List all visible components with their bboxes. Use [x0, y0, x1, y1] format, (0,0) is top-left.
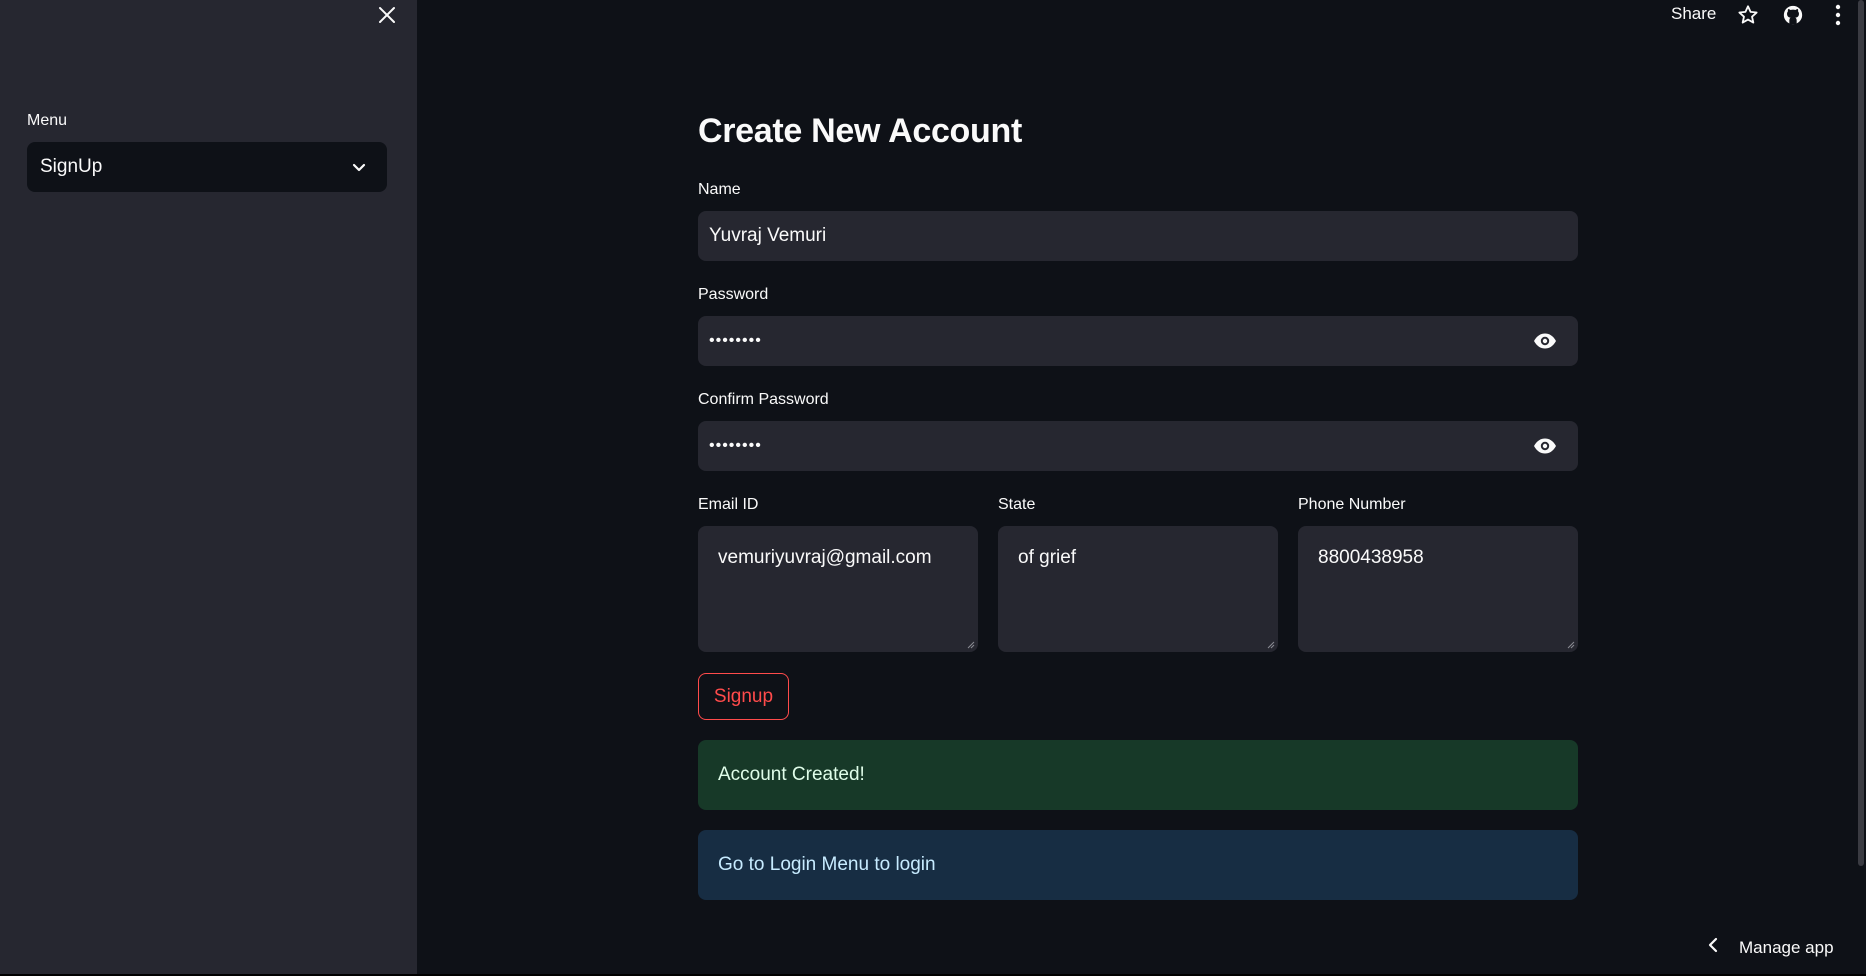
info-alert-text: Go to Login Menu to login: [718, 854, 936, 875]
phone-textarea[interactable]: 8800438958: [1298, 526, 1578, 652]
chevron-down-icon: [349, 157, 369, 177]
success-alert-text: Account Created!: [718, 764, 865, 785]
state-label: State: [998, 496, 1036, 513]
email-textarea[interactable]: vemuriyuvraj@gmail.com: [698, 526, 978, 652]
page-title: Create New Account: [698, 112, 1022, 150]
more-vertical-icon[interactable]: [1825, 2, 1851, 28]
menu-label: Menu: [27, 112, 68, 129]
phone-textarea-value: 8800438958: [1318, 547, 1424, 568]
star-icon[interactable]: [1735, 2, 1761, 28]
state-textarea-value: of grief: [1018, 547, 1077, 568]
info-alert: Go to Login Menu to login: [698, 830, 1578, 900]
manage-app-label: Manage app: [1739, 937, 1834, 957]
password-input-value: ••••••••: [709, 332, 762, 349]
success-alert: Account Created!: [698, 740, 1578, 810]
name-input[interactable]: Yuvraj Vemuri: [698, 211, 1578, 261]
confirm-password-input-value: ••••••••: [709, 437, 762, 454]
menu-select[interactable]: SignUp: [27, 142, 387, 192]
signup-button[interactable]: Signup: [698, 673, 789, 720]
resize-grip-icon[interactable]: [1567, 641, 1575, 649]
scrollbar[interactable]: [1858, 0, 1864, 866]
eye-icon[interactable]: [1532, 329, 1558, 353]
menu-select-value: SignUp: [40, 156, 103, 177]
password-label: Password: [698, 286, 769, 303]
manage-app-button[interactable]: Manage app: [1707, 937, 1834, 958]
confirm-password-label: Confirm Password: [698, 391, 829, 408]
app-root: Menu SignUp Share Create New Account Nam…: [0, 0, 1866, 974]
close-icon[interactable]: [374, 2, 400, 28]
state-textarea[interactable]: of grief: [998, 526, 1278, 652]
github-icon[interactable]: [1780, 2, 1806, 28]
phone-label: Phone Number: [1298, 496, 1406, 513]
name-label: Name: [698, 181, 741, 198]
email-label: Email ID: [698, 496, 759, 513]
email-textarea-value: vemuriyuvraj@gmail.com: [718, 547, 932, 568]
confirm-password-input[interactable]: ••••••••: [698, 421, 1578, 471]
name-input-value: Yuvraj Vemuri: [709, 225, 827, 246]
sidebar: Menu SignUp: [0, 0, 417, 974]
share-button[interactable]: Share: [1671, 4, 1716, 24]
chevron-left-icon: [1707, 937, 1719, 958]
password-input[interactable]: ••••••••: [698, 316, 1578, 366]
resize-grip-icon[interactable]: [967, 641, 975, 649]
eye-icon[interactable]: [1532, 434, 1558, 458]
resize-grip-icon[interactable]: [1267, 641, 1275, 649]
